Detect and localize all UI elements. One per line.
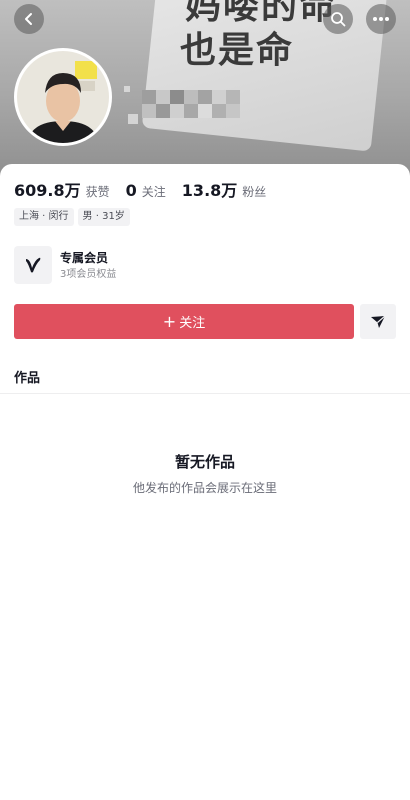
avatar-photo bbox=[17, 51, 109, 143]
banner-text-line2: 也是命 bbox=[180, 29, 295, 71]
send-icon bbox=[371, 315, 386, 328]
empty-state-title: 暂无作品 bbox=[174, 453, 235, 471]
follow-button[interactable]: + 关注 bbox=[14, 304, 354, 339]
profile-stats: 609.8万 获赞 0 关注 13.8万 粉丝 bbox=[14, 177, 282, 201]
likes-count: 609.8万 bbox=[14, 181, 81, 200]
profile-tags: 上海 · 闵行 男 · 31岁 bbox=[14, 208, 130, 226]
tab-divider bbox=[0, 393, 410, 394]
avatar[interactable] bbox=[14, 48, 112, 146]
location-tag: 上海 · 闵行 bbox=[14, 208, 74, 226]
followers-label[interactable]: 粉丝 bbox=[242, 183, 266, 200]
chevron-left-icon bbox=[25, 13, 32, 25]
likes-label: 获赞 bbox=[85, 185, 110, 199]
follow-label: 关注 bbox=[179, 316, 206, 331]
search-icon bbox=[331, 12, 346, 27]
back-button[interactable] bbox=[14, 4, 44, 34]
tab-works[interactable]: 作品 bbox=[14, 367, 40, 386]
share-button[interactable] bbox=[360, 304, 396, 339]
banner-text-line1: 妈喽的命 bbox=[185, 0, 338, 27]
plus-icon: + bbox=[162, 312, 177, 331]
name-mosaic bbox=[124, 86, 240, 124]
following-count[interactable]: 0 bbox=[126, 181, 137, 200]
membership-logo-icon bbox=[14, 246, 52, 284]
membership-title: 专属会员 bbox=[60, 250, 109, 265]
following-label[interactable]: 关注 bbox=[142, 183, 166, 200]
membership-subtitle: 3项会员权益 bbox=[60, 268, 117, 280]
followers-count[interactable]: 13.8万 bbox=[182, 177, 237, 201]
search-button[interactable] bbox=[323, 4, 353, 34]
gender-age-tag: 男 · 31岁 bbox=[77, 208, 130, 226]
more-button[interactable] bbox=[366, 4, 396, 34]
membership-entry[interactable]: 专属会员 3项会员权益 bbox=[14, 246, 116, 284]
more-dots-icon bbox=[373, 17, 389, 21]
empty-state-subtitle: 他发布的作品会展示在这里 bbox=[132, 481, 277, 495]
